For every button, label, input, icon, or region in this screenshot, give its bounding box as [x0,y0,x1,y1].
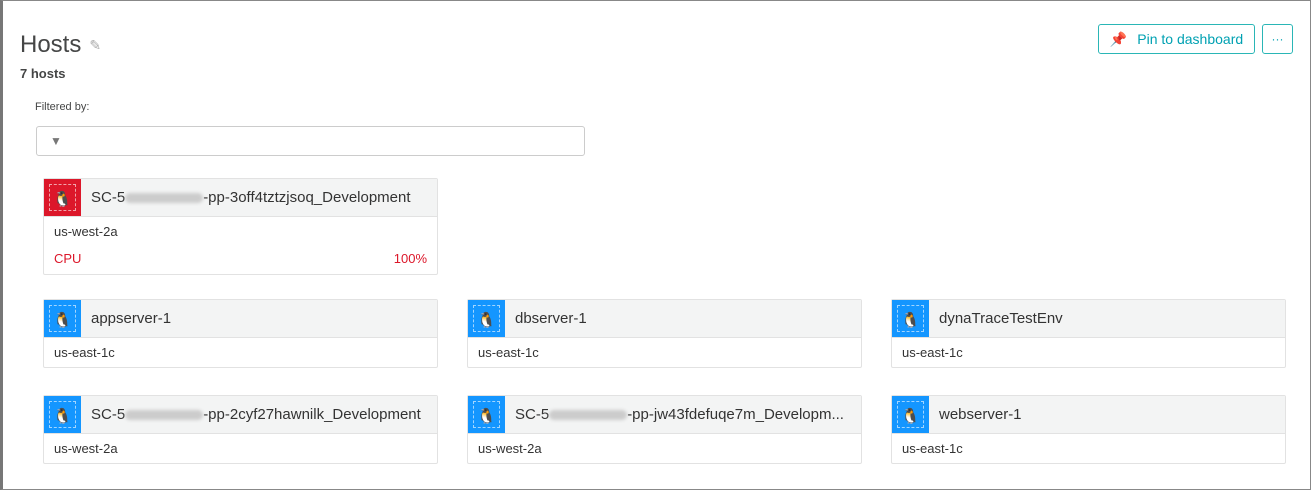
title-text: Hosts [20,31,82,58]
host-name[interactable]: appserver-1 [91,310,171,327]
host-name-prefix: SC-5 [515,406,550,423]
redacted-text [125,410,204,421]
host-card-header[interactable]: 🐧 SC-5 -pp-3off4tztzjsoq_Development [44,179,437,217]
metric-value: 100% [393,251,427,266]
host-card-header[interactable]: 🐧 webserver-1 [892,396,1285,434]
host-card-header[interactable]: 🐧 appserver-1 [44,300,437,338]
metric-row: CPU 100% [44,246,437,274]
page-title: Hosts ✎ [20,31,101,59]
host-card-header[interactable]: 🐧 dbserver-1 [468,300,861,338]
filter-input[interactable]: ▼ [36,126,585,156]
availability-zone: us-west-2a [478,441,542,456]
filter-label: Filtered by: [35,101,90,113]
host-name[interactable]: SC-5 -pp-3off4tztzjsoq_Development [91,189,411,206]
more-options-button[interactable]: ··· [1262,24,1293,54]
host-card[interactable]: 🐧 SC-5 -pp-3off4tztzjsoq_Development us-w… [43,178,438,275]
linux-host-icon: 🐧 [44,179,81,216]
host-card[interactable]: 🐧 SC-5 -pp-jw43fdefuqe7m_Developm... us-w… [467,395,862,464]
host-card[interactable]: 🐧 SC-5 -pp-2cyf27hawnilk_Development us-w… [43,395,438,464]
host-name-prefix: SC-5 [91,406,126,423]
linux-host-icon: 🐧 [892,300,929,337]
redacted-text [125,193,204,204]
host-name-suffix: -pp-jw43fdefuqe7m_Developm... [627,406,844,423]
host-name[interactable]: dynaTraceTestEnv [939,310,1063,327]
metric-label: CPU [54,251,82,266]
pin-label: Pin to dashboard [1137,31,1244,47]
host-name-suffix: -pp-3off4tztzjsoq_Development [203,189,411,206]
host-card[interactable]: 🐧 webserver-1 us-east-1c [891,395,1286,464]
host-card-header[interactable]: 🐧 dynaTraceTestEnv [892,300,1285,338]
host-name-prefix: dynaTraceTestEnv [939,310,1063,327]
linux-host-icon: 🐧 [44,300,81,337]
host-card[interactable]: 🐧 dynaTraceTestEnv us-east-1c [891,299,1286,368]
host-card-header[interactable]: 🐧 SC-5 -pp-2cyf27hawnilk_Development [44,396,437,434]
host-name-prefix: appserver-1 [91,310,172,327]
availability-zone: us-east-1c [902,441,963,456]
availability-zone: us-east-1c [902,345,963,360]
availability-zone: us-east-1c [478,345,539,360]
host-name-prefix: dbserver-1 [515,310,587,327]
host-name-prefix: webserver-1 [939,406,1022,423]
linux-host-icon: 🐧 [44,396,81,433]
linux-host-icon: 🐧 [468,300,505,337]
redacted-text [549,410,628,421]
pin-icon: 📌 [1109,30,1128,47]
host-card[interactable]: 🐧 appserver-1 us-east-1c [43,299,438,368]
linux-host-icon: 🐧 [892,396,929,433]
host-count: 7 hosts [20,66,66,81]
filter-icon: ▼ [50,134,62,148]
host-card-header[interactable]: 🐧 SC-5 -pp-jw43fdefuqe7m_Developm... [468,396,861,434]
availability-zone: us-west-2a [54,441,118,456]
pin-to-dashboard-button[interactable]: 📌 Pin to dashboard [1098,24,1255,54]
host-name[interactable]: webserver-1 [939,406,1022,423]
host-name-prefix: SC-5 [91,189,126,206]
host-name[interactable]: SC-5 -pp-2cyf27hawnilk_Development [91,406,421,423]
linux-host-icon: 🐧 [468,396,505,433]
host-name[interactable]: SC-5 -pp-jw43fdefuqe7m_Developm... [515,406,844,423]
host-card[interactable]: 🐧 dbserver-1 us-east-1c [467,299,862,368]
availability-zone: us-west-2a [54,224,118,239]
availability-zone: us-east-1c [54,345,115,360]
host-name[interactable]: dbserver-1 [515,310,587,327]
host-name-suffix: -pp-2cyf27hawnilk_Development [203,406,421,423]
edit-pencil-icon[interactable]: ✎ [89,37,101,54]
